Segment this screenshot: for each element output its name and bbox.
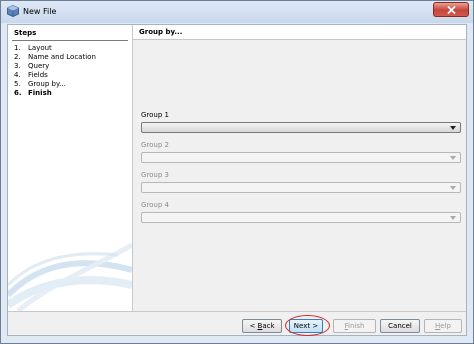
steps-heading: Steps [14, 29, 37, 37]
cancel-button[interactable]: Cancel [380, 319, 420, 333]
step-number: 4. [14, 70, 21, 79]
steps-divider [12, 40, 128, 41]
close-button[interactable] [433, 2, 469, 17]
chevron-down-icon [450, 126, 456, 130]
group-4-label: Group 4 [141, 201, 169, 209]
step-label: Name and Location [28, 52, 96, 61]
step-number: 2. [14, 52, 21, 61]
back-button-label: ack [262, 322, 275, 330]
step-item: 5. Group by... [14, 80, 66, 88]
steps-panel: Steps 1. Layout 2. Name and Location 3. Query… [8, 25, 133, 311]
new-file-dialog: New File Steps 1. Layout 2. Name and Locati… [0, 0, 474, 344]
window-title: New File [23, 7, 57, 16]
step-number: 3. [14, 61, 21, 70]
step-label: Fields [28, 70, 48, 79]
step-item: 6. Finish [14, 89, 52, 97]
step-number: 6. [14, 88, 22, 97]
netbeans-cube-icon [7, 5, 19, 17]
group-2-label: Group 2 [141, 141, 169, 149]
dialog-body: Steps 1. Layout 2. Name and Location 3. Query… [7, 24, 467, 336]
panel-title: Group by... [139, 28, 183, 36]
chevron-down-icon [450, 156, 456, 160]
finish-button-label: inish [348, 322, 365, 330]
footer-divider [8, 311, 466, 312]
group-3-dropdown[interactable] [141, 182, 461, 193]
step-label: Layout [28, 44, 52, 52]
close-icon [447, 6, 456, 14]
group-3-label: Group 3 [141, 171, 169, 179]
panel-header: Group by... [133, 25, 466, 40]
group-4-dropdown[interactable] [141, 212, 461, 223]
next-button-highlight-ring [285, 315, 330, 336]
step-item: 1. Layout [14, 44, 52, 52]
step-number: 5. [14, 79, 21, 88]
step-label: Finish [28, 88, 52, 97]
step-item: 3. Query [14, 62, 49, 70]
title-bar[interactable]: New File [1, 1, 473, 23]
step-item: 4. Fields [14, 71, 48, 79]
cancel-button-label: Cancel [388, 322, 412, 330]
back-button-prefix: < [249, 322, 258, 330]
group-1-label: Group 1 [141, 111, 169, 119]
step-number: 1. [14, 44, 21, 52]
chevron-down-icon [450, 216, 456, 220]
step-item: 2. Name and Location [14, 53, 96, 61]
help-button[interactable]: Help [424, 319, 462, 333]
step-label: Group by... [28, 79, 66, 88]
decorative-swoosh-graphic [8, 242, 132, 311]
chevron-down-icon [450, 186, 456, 190]
help-button-label: elp [440, 322, 451, 330]
back-button[interactable]: < Back [242, 319, 282, 333]
group-2-dropdown[interactable] [141, 152, 461, 163]
finish-button[interactable]: Finish [333, 319, 376, 333]
group-1-dropdown[interactable] [141, 122, 461, 133]
step-label: Query [28, 61, 50, 70]
